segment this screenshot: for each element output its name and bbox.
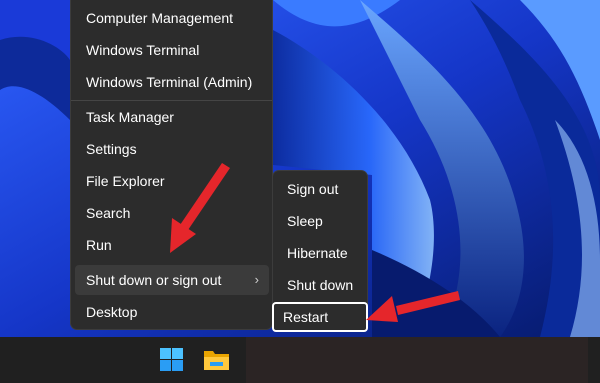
menu-separator [71, 100, 272, 101]
menu-item-settings[interactable]: Settings [75, 134, 269, 164]
menu-item-shut-down-or-sign-out[interactable]: Shut down or sign out › [75, 265, 269, 295]
menu-item-windows-terminal-admin[interactable]: Windows Terminal (Admin) [75, 67, 269, 97]
submenu-item-sign-out[interactable]: Sign out [276, 174, 364, 204]
menu-item-task-manager[interactable]: Task Manager [75, 102, 269, 132]
submenu-item-sleep[interactable]: Sleep [276, 206, 364, 236]
shutdown-submenu: Sign out Sleep Hibernate Shut down Resta… [272, 170, 368, 332]
taskbar-app-area [246, 337, 588, 383]
quick-link-menu: Computer Management Windows Terminal Win… [70, 0, 273, 330]
chevron-right-icon: › [254, 272, 259, 287]
menu-item-file-explorer[interactable]: File Explorer [75, 166, 269, 196]
submenu-item-shut-down[interactable]: Shut down [276, 270, 364, 300]
menu-item-computer-management[interactable]: Computer Management [75, 3, 269, 33]
menu-item-search[interactable]: Search [75, 198, 269, 228]
submenu-item-hibernate[interactable]: Hibernate [276, 238, 364, 268]
menu-item-desktop[interactable]: Desktop [75, 297, 269, 327]
menu-item-run[interactable]: Run [75, 230, 269, 260]
menu-item-label: Shut down or sign out [86, 272, 222, 288]
submenu-item-restart[interactable]: Restart [272, 302, 368, 332]
file-explorer-icon[interactable] [203, 348, 230, 372]
windows-start-icon[interactable] [160, 348, 183, 371]
menu-item-windows-terminal[interactable]: Windows Terminal [75, 35, 269, 65]
